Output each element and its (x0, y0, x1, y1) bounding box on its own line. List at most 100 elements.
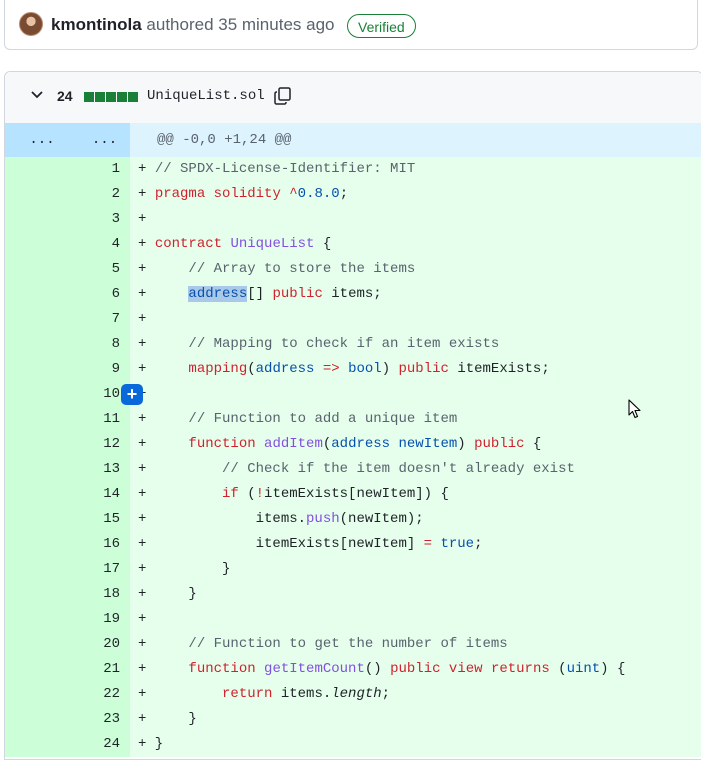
line-number[interactable]: 1 (68, 157, 130, 182)
old-line-number (5, 632, 68, 657)
diffstat-block (106, 92, 116, 102)
line-number[interactable]: 23 (68, 707, 130, 732)
code-line: + // SPDX-License-Identifier: MIT (138, 161, 416, 177)
old-line-number (5, 507, 68, 532)
line-number[interactable]: 15 (68, 507, 130, 532)
line-number[interactable]: 6 (68, 282, 130, 307)
line-number[interactable]: 24 (68, 732, 130, 757)
code-line: + } (138, 711, 197, 727)
diff-line: 7 + (5, 307, 701, 332)
expand-up-button[interactable]: ... (5, 123, 79, 157)
file-header: 24 UniqueList.sol (5, 72, 701, 124)
code-line: + } (138, 586, 197, 602)
code-line: + function addItem(address newItem) publ… (138, 436, 542, 452)
old-line-number (5, 482, 68, 507)
code-line: + mapping(address => bool) public itemEx… (138, 361, 550, 377)
old-line-number (5, 457, 68, 482)
old-line-number (5, 682, 68, 707)
hunk-header: @@ -0,0 +1,24 @@ (157, 132, 292, 148)
diff-line: 8 + // Mapping to check if an item exists (5, 332, 701, 357)
code-line: + (138, 311, 155, 327)
code-line: + // Array to store the items (138, 261, 416, 277)
old-line-number (5, 432, 68, 457)
old-line-number (5, 532, 68, 557)
diff-table: ... ... @@ -0,0 +1,24 @@ 1 + // SPDX-Lice… (5, 123, 701, 757)
line-number[interactable]: 17 (68, 557, 130, 582)
line-number[interactable]: 16 (68, 532, 130, 557)
old-line-number (5, 582, 68, 607)
diff-line: 13 + // Check if the item doesn't already… (5, 457, 701, 482)
old-line-number (5, 182, 68, 207)
mouse-pointer-icon (628, 399, 641, 419)
line-number[interactable]: 22 (68, 682, 130, 707)
code-line: + address[] public items; (138, 286, 382, 302)
author-avatar[interactable] (19, 12, 43, 36)
line-number[interactable]: 2 (68, 182, 130, 207)
old-line-number (5, 732, 68, 757)
diff-line: 2 + pragma solidity ^0.8.0; (5, 182, 701, 207)
old-line-number (5, 382, 68, 407)
line-number[interactable]: 19 (68, 607, 130, 632)
diff-line: 20 + // Function to get the number of ite… (5, 632, 701, 657)
line-number[interactable]: 20 (68, 632, 130, 657)
old-line-number (5, 332, 68, 357)
diff-line: 17 + } (5, 557, 701, 582)
code-line: + return items.length; (138, 686, 391, 702)
diff-line: 15 + items.push(newItem); (5, 507, 701, 532)
code-line: + itemExists[newItem] = true; (138, 536, 483, 552)
authored-time: authored 35 minutes ago (146, 15, 335, 34)
old-line-number (5, 257, 68, 282)
diff-line: 22 + return items.length; (5, 682, 701, 707)
diff-line: 6 + address[] public items; (5, 282, 701, 307)
old-line-number (5, 657, 68, 682)
diff-line: 16 + itemExists[newItem] = true; (5, 532, 701, 557)
diff-line: 11 + // Function to add a unique item (5, 407, 701, 432)
code-line: + (138, 211, 155, 227)
author-link[interactable]: kmontinola (51, 15, 142, 34)
diffstat-block (117, 92, 127, 102)
line-number[interactable]: 13 (68, 457, 130, 482)
line-number[interactable]: 14 (68, 482, 130, 507)
code-line: + // Mapping to check if an item exists (138, 336, 500, 352)
line-number[interactable]: 18 (68, 582, 130, 607)
code-line: + } (138, 736, 164, 752)
line-number[interactable]: 4 (68, 232, 130, 257)
code-line: + function getItemCount() public view re… (138, 661, 626, 677)
diff-line: 21 + function getItemCount() public view … (5, 657, 701, 682)
file-diff: 24 UniqueList.sol ... ... @@ -0,0 +1,24 … (4, 71, 701, 760)
copy-icon[interactable] (273, 86, 293, 106)
diff-line: 1 + // SPDX-License-Identifier: MIT (5, 157, 701, 182)
diffstat-block (95, 92, 105, 102)
old-line-number (5, 607, 68, 632)
code-line: + items.push(newItem); (138, 511, 424, 527)
changes-count: 24 (57, 88, 73, 104)
hunk-row: ... ... @@ -0,0 +1,24 @@ (5, 123, 701, 157)
diffstat-bars (84, 92, 138, 102)
plus-icon[interactable]: + (121, 384, 143, 405)
line-number[interactable]: 5 (68, 257, 130, 282)
line-number[interactable]: 8 (68, 332, 130, 357)
line-number[interactable]: 12 (68, 432, 130, 457)
commit-header: kmontinola authored 35 minutes ago Verif… (4, 0, 698, 50)
line-number[interactable]: 7 (68, 307, 130, 332)
line-number[interactable]: 11 (68, 407, 130, 432)
chevron-down-icon[interactable] (31, 90, 43, 100)
diff-line: 24 + } (5, 732, 701, 757)
code-line: + (138, 611, 155, 627)
line-number[interactable]: 21 (68, 657, 130, 682)
diff-line: 10 + + (5, 382, 701, 407)
old-line-number (5, 282, 68, 307)
diff-line: 23 + } (5, 707, 701, 732)
expand-down-button[interactable]: ... (79, 123, 130, 157)
diff-line: 4 + contract UniqueList { (5, 232, 701, 257)
file-name-link[interactable]: UniqueList.sol (147, 88, 265, 104)
line-number[interactable]: 9 (68, 357, 130, 382)
commit-meta: kmontinola authored 35 minutes ago (51, 15, 335, 35)
code-line: + // Check if the item doesn't already e… (138, 461, 575, 477)
old-line-number (5, 307, 68, 332)
code-line: + // Function to add a unique item (138, 411, 458, 427)
code-line: + pragma solidity ^0.8.0; (138, 186, 349, 202)
diff-line: 18 + } (5, 582, 701, 607)
verified-badge[interactable]: Verified (347, 14, 416, 38)
line-number[interactable]: 3 (68, 207, 130, 232)
